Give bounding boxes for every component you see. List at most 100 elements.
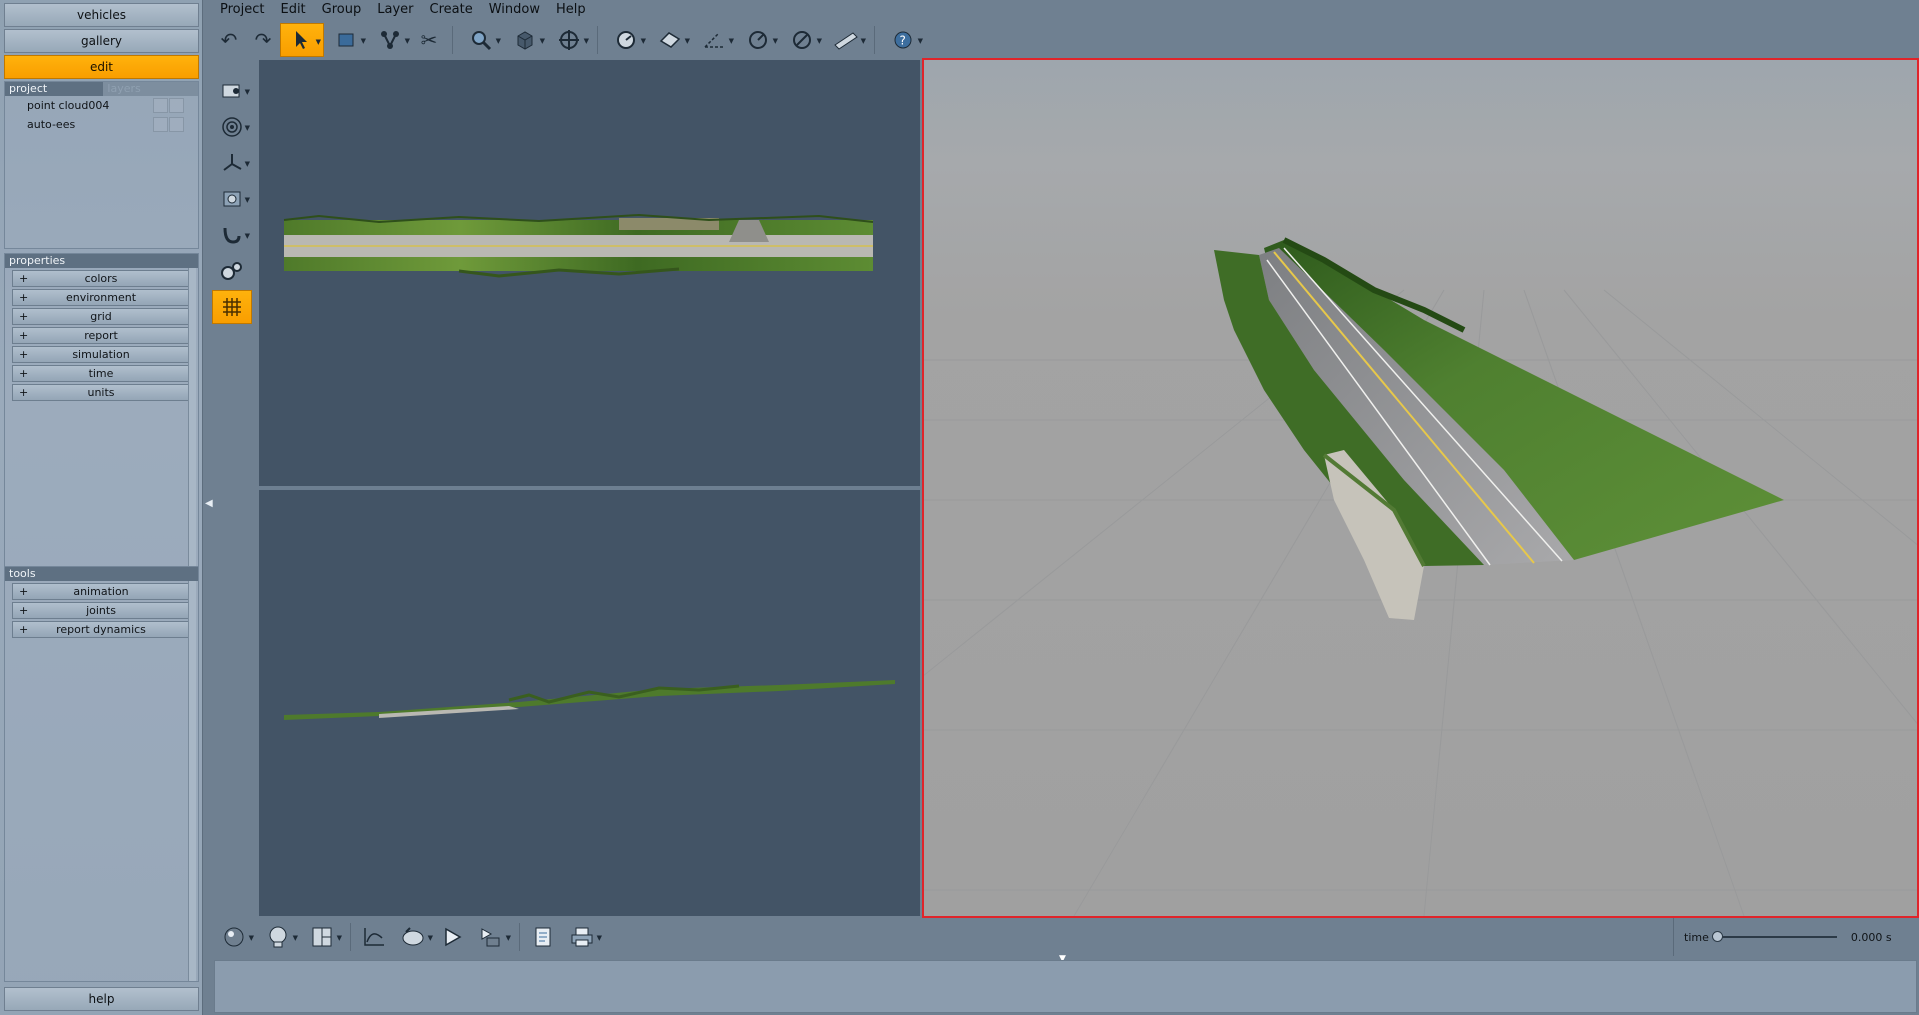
chevron-down-icon[interactable]: ▼ — [773, 37, 778, 45]
chevron-down-icon[interactable]: ▼ — [861, 37, 866, 45]
menu-create[interactable]: Create — [422, 0, 481, 20]
angle-button[interactable]: ▼ — [692, 23, 736, 57]
tab-project[interactable]: project — [9, 82, 103, 96]
tree-item-auto-ees[interactable]: auto-ees — [5, 115, 198, 134]
properties-report[interactable]: + report — [12, 327, 190, 344]
chevron-down-icon[interactable]: ▼ — [316, 38, 321, 46]
print-button[interactable]: ▼ — [560, 920, 604, 954]
chevron-down-icon[interactable]: ▼ — [245, 160, 250, 168]
chevron-down-icon[interactable]: ▼ — [540, 37, 545, 45]
project-panel: project layers point cloud004 auto-ees — [4, 81, 199, 249]
lock-toggle[interactable] — [169, 117, 184, 132]
visibility-toggle[interactable] — [153, 98, 168, 113]
expand-icon: + — [19, 310, 29, 323]
rectangle-select-button[interactable]: ▼ — [324, 23, 368, 57]
zoom-button[interactable]: ▼ — [459, 23, 503, 57]
properties-scrollbar[interactable] — [188, 268, 196, 567]
chevron-down-icon[interactable]: ▼ — [428, 934, 433, 942]
report-icon — [535, 927, 551, 947]
magnet-button[interactable]: ▼ — [212, 218, 252, 252]
menu-window[interactable]: Window — [481, 0, 548, 20]
lock-toggle[interactable] — [169, 98, 184, 113]
chevron-down-icon[interactable]: ▼ — [641, 37, 646, 45]
select-tool-button[interactable]: ▼ — [280, 23, 324, 57]
properties-colors[interactable]: + colors — [12, 270, 190, 287]
expand-icon: + — [19, 604, 29, 617]
ruler-button[interactable]: ▼ — [824, 23, 868, 57]
menu-help[interactable]: Help — [548, 0, 594, 20]
pan-button[interactable]: ▼ — [547, 23, 591, 57]
properties-grid[interactable]: + grid — [12, 308, 190, 325]
chevron-down-icon[interactable]: ▼ — [405, 37, 410, 45]
properties-environment[interactable]: + environment — [12, 289, 190, 306]
undo-button[interactable]: ↶ — [212, 23, 246, 57]
measure-button[interactable]: ▼ — [604, 23, 648, 57]
properties-simulation[interactable]: + simulation — [12, 346, 190, 363]
camera-button[interactable]: ▼ — [212, 182, 252, 216]
axes-button[interactable]: ▼ — [212, 146, 252, 180]
plot-button[interactable] — [357, 920, 391, 954]
gears-button[interactable] — [212, 254, 252, 288]
tools-report-dynamics[interactable]: + report dynamics — [12, 621, 190, 638]
collapse-panel-icon[interactable]: ◀ — [205, 498, 213, 509]
plane-button[interactable]: ▼ — [648, 23, 692, 57]
render-mode-button[interactable]: ▼ — [212, 920, 256, 954]
layout-button[interactable]: ▼ — [300, 920, 344, 954]
playlist-button[interactable]: ▼ — [469, 920, 513, 954]
chevron-down-icon[interactable]: ▼ — [245, 124, 250, 132]
chevron-down-icon[interactable]: ▼ — [597, 934, 602, 942]
chevron-down-icon[interactable]: ▼ — [584, 37, 589, 45]
tools-scrollbar[interactable] — [188, 581, 196, 981]
top-viewport[interactable] — [259, 60, 920, 486]
camera-icon — [223, 191, 241, 207]
chevron-down-icon[interactable]: ▼ — [361, 37, 366, 45]
dummy-button[interactable]: ▼ — [256, 920, 300, 954]
chevron-down-icon[interactable]: ▼ — [249, 934, 254, 942]
chevron-down-icon[interactable]: ▼ — [496, 37, 501, 45]
vehicles-button[interactable]: vehicles — [4, 3, 199, 27]
tools-joints[interactable]: + joints — [12, 602, 190, 619]
tab-layers[interactable]: layers — [103, 82, 198, 96]
chevron-down-icon[interactable]: ▼ — [506, 934, 511, 942]
gallery-button[interactable]: gallery — [4, 29, 199, 53]
gauge-button[interactable]: ▼ — [780, 23, 824, 57]
chevron-down-icon[interactable]: ▼ — [245, 196, 250, 204]
menu-group[interactable]: Group — [314, 0, 370, 20]
perspective-viewport[interactable] — [922, 58, 1919, 918]
tools-animation[interactable]: + animation — [12, 583, 190, 600]
chevron-down-icon[interactable]: ▼ — [918, 37, 923, 45]
properties-units[interactable]: + units — [12, 384, 190, 401]
perspective-point-cloud — [924, 237, 1917, 916]
simulate-button[interactable]: ▼ — [391, 920, 435, 954]
help-tool-button[interactable]: ? ▼ — [881, 23, 925, 57]
time-slider[interactable] — [1711, 931, 1837, 942]
chevron-down-icon[interactable]: ▼ — [293, 934, 298, 942]
radius-button[interactable]: ▼ — [736, 23, 780, 57]
chevron-down-icon[interactable]: ▼ — [729, 37, 734, 45]
visibility-toggle[interactable] — [153, 117, 168, 132]
expand-icon: + — [19, 329, 29, 342]
help-button[interactable]: help — [4, 987, 199, 1011]
tree-item-point-cloud004[interactable]: point cloud004 — [5, 96, 198, 115]
grid-toggle-button[interactable] — [212, 290, 252, 324]
chevron-down-icon[interactable]: ▼ — [685, 37, 690, 45]
delete-button[interactable]: ✂ — [412, 23, 446, 57]
chevron-down-icon[interactable]: ▼ — [817, 37, 822, 45]
play-button[interactable] — [435, 920, 469, 954]
chevron-down-icon[interactable]: ▼ — [337, 934, 342, 942]
edit-button[interactable]: edit — [4, 55, 199, 79]
connect-tool-button[interactable]: ▼ — [368, 23, 412, 57]
chevron-down-icon[interactable]: ▼ — [245, 232, 250, 240]
menu-layer[interactable]: Layer — [369, 0, 421, 20]
side-viewport[interactable] — [259, 490, 920, 916]
chevron-down-icon[interactable]: ▼ — [245, 88, 250, 96]
properties-time[interactable]: + time — [12, 365, 190, 382]
target-button[interactable]: ▼ — [212, 110, 252, 144]
time-slider-knob[interactable] — [1711, 931, 1723, 942]
redo-button[interactable]: ↷ — [246, 23, 280, 57]
menu-edit[interactable]: Edit — [272, 0, 313, 20]
report-button[interactable] — [526, 920, 560, 954]
view-cube-button[interactable]: ▼ — [503, 23, 547, 57]
add-body-button[interactable]: ▼ — [212, 74, 252, 108]
menu-project[interactable]: Project — [212, 0, 272, 20]
